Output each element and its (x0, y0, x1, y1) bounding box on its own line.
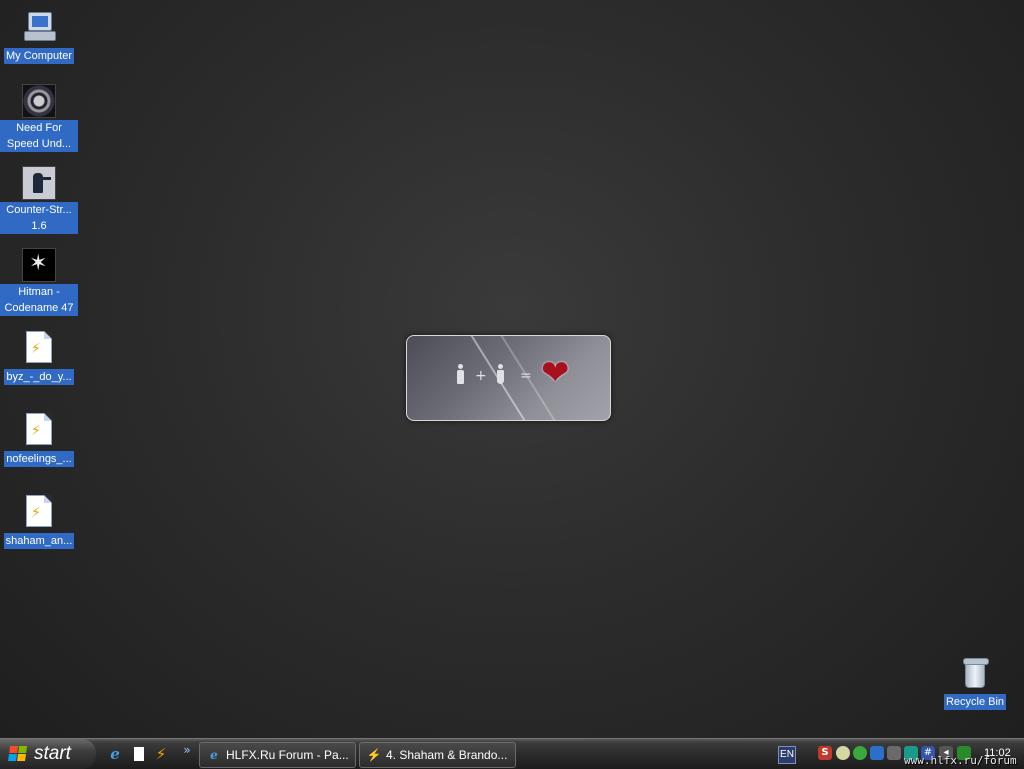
task-button-winamp[interactable]: ⚡ 4. Shaham & Brando... (359, 742, 516, 768)
document-icon[interactable] (130, 745, 148, 763)
desktop-icon-my-computer[interactable]: My Computer (0, 8, 79, 64)
winamp-icon: ⚡ (366, 748, 382, 762)
messenger-icon[interactable] (853, 746, 867, 760)
desktop-icon-recycle-bin[interactable]: Recycle Bin (935, 658, 1015, 710)
desktop-icon-label: nofeelings_... (4, 451, 74, 467)
equals-sign: = (520, 368, 532, 384)
plus-sign: + (475, 368, 487, 384)
ball-icon[interactable] (836, 746, 850, 760)
nfs-game-icon (22, 84, 56, 118)
windows-logo-icon (8, 746, 28, 762)
task-button-label: HLFX.Ru Forum - Pa... (226, 748, 349, 762)
computer-icon (22, 8, 56, 42)
internet-explorer-icon: e (210, 748, 218, 762)
man-icon (457, 364, 464, 384)
task-button-hlfx-forum[interactable]: e HLFX.Ru Forum - Pa... (199, 742, 356, 768)
internet-explorer-icon[interactable]: e (106, 745, 124, 763)
counter-strike-icon (22, 166, 56, 200)
desktop-icon-counter-strike[interactable]: Counter-Str... 1.6 (0, 166, 79, 234)
sh-icon[interactable]: S (818, 746, 832, 760)
task-button-label: 4. Shaham & Brando... (386, 748, 508, 762)
desktop-icon-file-byz[interactable]: ⚡ byz_-_do_y... (0, 331, 79, 385)
recycle-bin-icon (962, 658, 989, 688)
watermark-text: www.hlfx.ru/forum (904, 754, 1017, 767)
desktop-icon-label: Hitman - Codename 47 (0, 284, 78, 316)
desktop-widget[interactable]: + = ❤ (406, 335, 611, 421)
language-indicator[interactable]: EN (778, 746, 796, 764)
desktop-icon-file-shaham[interactable]: ⚡ shaham_an... (0, 495, 79, 549)
taskbar: start e ⚡ » e HLFX.Ru Forum - Pa... ⚡ 4. S… (0, 738, 1024, 769)
start-button[interactable]: start (0, 739, 96, 769)
woman-icon (497, 364, 504, 384)
desktop-icon-need-for-speed[interactable]: Need For Speed Und... (0, 84, 79, 152)
desktop-icon-hitman[interactable]: Hitman - Codename 47 (0, 248, 79, 316)
shield-icon[interactable] (870, 746, 884, 760)
start-label: start (34, 743, 71, 764)
more-chevron-icon[interactable]: » (178, 741, 196, 759)
winamp-file-icon: ⚡ (26, 413, 52, 445)
desktop-icon-label: My Computer (3, 48, 75, 64)
desktop-icon-label: byz_-_do_y... (4, 369, 74, 385)
hitman-icon (22, 248, 56, 282)
desktop-icon-label: shaham_an... (3, 533, 75, 549)
winamp-file-icon: ⚡ (26, 495, 52, 527)
security-icon[interactable] (887, 746, 901, 760)
desktop-icon-label: Need For Speed Und... (0, 120, 78, 152)
desktop-icon-label: Counter-Str... 1.6 (0, 202, 78, 234)
desktop-icon-file-nofeelings[interactable]: ⚡ nofeelings_... (0, 413, 79, 467)
desktop-icon-label: Recycle Bin (943, 694, 1007, 710)
winamp-file-icon: ⚡ (26, 331, 52, 363)
heart-icon: ❤ (541, 353, 570, 393)
winamp-icon[interactable]: ⚡ (152, 745, 170, 763)
